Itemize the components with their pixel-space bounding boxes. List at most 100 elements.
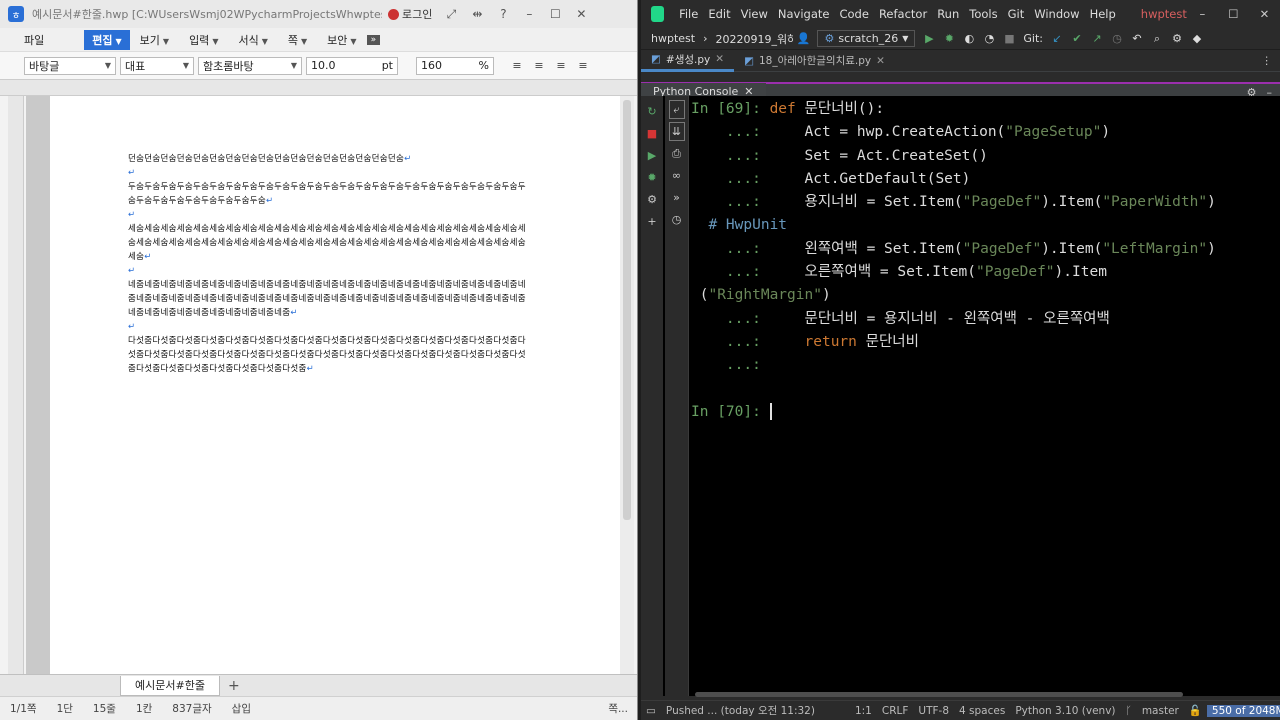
- paragraph-mark-icon: ↵: [128, 266, 136, 276]
- horizontal-ruler[interactable]: [0, 80, 637, 96]
- git-update-icon[interactable]: ↙: [1047, 32, 1067, 45]
- search-icon[interactable]: ⌕: [1147, 32, 1167, 46]
- status-encoding[interactable]: UTF-8: [913, 705, 954, 717]
- ide-menu-code[interactable]: Code: [834, 7, 873, 21]
- menu-page[interactable]: 쪽 ▼: [278, 32, 317, 48]
- align-justify-icon[interactable]: ≡: [508, 57, 526, 75]
- soft-wrap-icon[interactable]: ⤶: [668, 100, 685, 119]
- ide-minimize-button[interactable]: –: [1187, 7, 1218, 21]
- document-page[interactable]: 던숨던숨던숨던숨던숨던숨던숨던숨던숨던숨던숨던숨던숨던숨던숨던숨던숨↵ ↵ 두숨…: [50, 96, 624, 674]
- status-indent[interactable]: 4 spaces: [954, 705, 1010, 717]
- ide-logo-icon[interactable]: ◆: [1187, 32, 1207, 45]
- ide-menu-run[interactable]: Run: [932, 7, 964, 21]
- code-line: ...: 왼쪽여백 = Set.Item("PageDef").Item("Le…: [691, 240, 1216, 257]
- show-variables-icon[interactable]: ∞: [669, 166, 685, 185]
- attach-debugger-icon[interactable]: ✹: [644, 168, 660, 187]
- more-tabs-icon[interactable]: ⋮: [1262, 55, 1273, 67]
- rerun-icon[interactable]: ↻: [644, 102, 660, 121]
- font-size-input[interactable]: 10.0 pt: [306, 56, 398, 75]
- help-icon[interactable]: ?: [490, 7, 516, 21]
- menu-format[interactable]: 서식 ▼: [228, 32, 277, 48]
- ide-menu-window[interactable]: Window: [1029, 7, 1084, 21]
- font-select[interactable]: 함초롬바탕 ▼: [198, 56, 302, 75]
- ide-menu-refactor[interactable]: Refactor: [874, 7, 932, 21]
- debug-icon[interactable]: ✹: [939, 32, 959, 45]
- align-center-icon[interactable]: ≡: [552, 57, 570, 75]
- menu-more-button[interactable]: »: [366, 34, 381, 45]
- menu-file[interactable]: 파일: [14, 32, 54, 48]
- menu-security[interactable]: 보안 ▼: [317, 32, 366, 48]
- zoom-input[interactable]: 160%: [416, 56, 494, 75]
- user-icon[interactable]: 👤: [793, 32, 813, 45]
- command-queue-icon[interactable]: »: [669, 188, 685, 207]
- git-push-icon[interactable]: ↗: [1087, 32, 1107, 45]
- status-branch[interactable]: master: [1137, 705, 1184, 717]
- lock-icon[interactable]: 🔓: [1184, 704, 1207, 717]
- login-button[interactable]: 로그인: [388, 6, 432, 22]
- breadcrumb-project[interactable]: hwptest: [641, 32, 699, 45]
- paragraph-mark-icon: ↵: [128, 322, 136, 332]
- git-history-icon[interactable]: ◷: [1107, 32, 1127, 45]
- profile-icon[interactable]: ◔: [979, 32, 999, 45]
- console-settings-gear-icon[interactable]: ⚙: [644, 190, 660, 209]
- editor-tab[interactable]: ◩ #생성.py ✕: [641, 50, 735, 72]
- settings-icon[interactable]: ⚙: [1167, 32, 1187, 45]
- resize-icon[interactable]: ⇹: [464, 7, 490, 21]
- menu-view[interactable]: 보기 ▼: [130, 32, 179, 48]
- document-scrollbar[interactable]: [620, 96, 634, 674]
- breadcrumb-file[interactable]: 20220919_워하는우: [711, 31, 793, 47]
- scroll-thumb[interactable]: [695, 692, 1183, 697]
- editor-tab[interactable]: ◩ 18_아레아한글의치료.py ✕: [734, 50, 895, 72]
- ide-menu-tools[interactable]: Tools: [964, 7, 1002, 21]
- minimize-button[interactable]: –: [516, 7, 542, 21]
- document-text[interactable]: 던숨던숨던숨던숨던숨던숨던숨던숨던숨던숨던숨던숨던숨던숨던숨던숨던숨↵ ↵ 두숨…: [128, 152, 528, 376]
- align-left-icon[interactable]: ≡: [530, 57, 548, 75]
- vertical-ruler[interactable]: [8, 96, 24, 674]
- stop-icon[interactable]: ■: [999, 32, 1019, 45]
- status-position[interactable]: 1:1: [850, 705, 877, 717]
- ide-menu-edit[interactable]: Edit: [703, 7, 735, 21]
- ide-menu-navigate[interactable]: Navigate: [773, 7, 835, 21]
- close-button[interactable]: ✕: [568, 7, 594, 21]
- coverage-icon[interactable]: ◐: [959, 32, 979, 45]
- execute-icon[interactable]: ▶: [644, 146, 660, 165]
- git-rollback-icon[interactable]: ↶: [1127, 32, 1147, 45]
- status-zoom[interactable]: 쪽...: [598, 701, 637, 716]
- ide-close-button[interactable]: ✕: [1249, 7, 1280, 21]
- scroll-to-end-icon[interactable]: ⇊: [668, 122, 685, 141]
- stop-console-icon[interactable]: ■: [644, 124, 660, 143]
- ide-menu-help[interactable]: Help: [1085, 7, 1121, 21]
- python-console[interactable]: ↻ ■ ▶ ✹ ⚙ + ⤶ ⇊ ⎙ ∞ » ◷ In [69]: def 문단너…: [641, 96, 1280, 698]
- add-tab-icon[interactable]: +: [228, 678, 240, 694]
- fullscreen-icon[interactable]: ⤢: [438, 7, 464, 22]
- git-commit-icon[interactable]: ✔: [1067, 32, 1087, 45]
- close-tab-icon[interactable]: ✕: [715, 53, 724, 65]
- code-line[interactable]: In [70]:: [691, 401, 1276, 424]
- status-eol[interactable]: CRLF: [877, 705, 914, 717]
- panel-toggle-icon[interactable]: ▭: [641, 705, 661, 717]
- ide-maximize-button[interactable]: ☐: [1218, 7, 1249, 21]
- ide-menu-view[interactable]: View: [736, 7, 773, 21]
- new-console-icon[interactable]: +: [644, 212, 660, 231]
- status-interpreter[interactable]: Python 3.10 (venv): [1010, 705, 1120, 717]
- console-horizontal-scrollbar[interactable]: [691, 692, 1271, 698]
- print-icon[interactable]: ⎙: [669, 144, 685, 163]
- style-select[interactable]: 바탕글 ▼: [24, 56, 116, 75]
- python-icon: ⚙: [824, 32, 835, 45]
- ide-menu-file[interactable]: File: [674, 7, 703, 21]
- scroll-thumb[interactable]: [623, 100, 631, 520]
- ide-menu-git[interactable]: Git: [1003, 7, 1030, 21]
- align-right-icon[interactable]: ≡: [574, 57, 592, 75]
- run-icon[interactable]: ▶: [919, 32, 939, 45]
- memory-indicator[interactable]: 550 of 2048M: [1206, 704, 1280, 717]
- history-icon[interactable]: ◷: [669, 210, 685, 229]
- run-config-select[interactable]: ⚙ scratch_26 ▼: [817, 30, 916, 47]
- close-tab-icon[interactable]: ✕: [876, 55, 885, 67]
- maximize-button[interactable]: ☐: [542, 7, 568, 21]
- menu-edit[interactable]: 편집 ▼: [84, 29, 130, 50]
- document-tab[interactable]: 예시문서#한줄: [120, 675, 220, 696]
- menu-input[interactable]: 입력 ▼: [179, 32, 228, 48]
- status-vcs[interactable]: Pushed ... (today 오전 11:32): [661, 703, 820, 718]
- console-output[interactable]: In [69]: def 문단너비(): ...: Act = hwp.Crea…: [691, 98, 1276, 424]
- language-select[interactable]: 대표 ▼: [120, 56, 194, 75]
